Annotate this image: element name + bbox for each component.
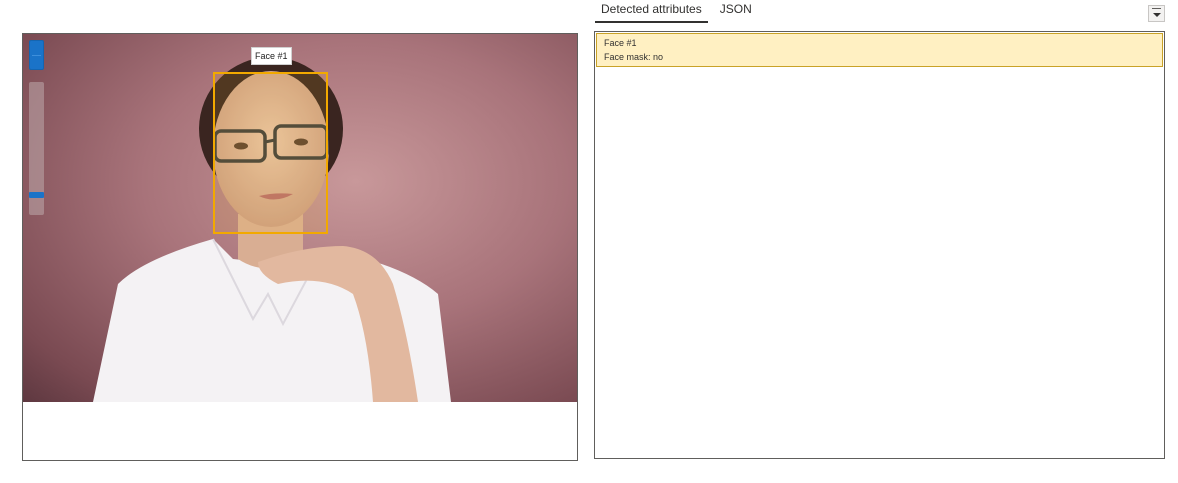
tab-detected-attributes[interactable]: Detected attributes — [595, 0, 708, 23]
result-title: Face #1 — [604, 38, 637, 48]
face-label: Face #1 — [251, 47, 292, 65]
list-item[interactable]: Face #1 Face mask: no — [596, 33, 1163, 67]
face-photo: Face #1 — [23, 34, 577, 402]
result-attribute: Face mask: no — [604, 52, 664, 62]
zoom-slider-thumb[interactable] — [29, 192, 44, 199]
face-bounding-box[interactable] — [213, 72, 328, 234]
zoom-slider[interactable] — [29, 82, 44, 215]
result-tabs: Detected attributes JSON — [595, 0, 764, 24]
tab-json[interactable]: JSON — [714, 0, 758, 24]
zoom-buttons[interactable] — [29, 40, 44, 70]
image-panel: Face #1 — [22, 33, 578, 461]
results-panel: Face #1 Face mask: no — [594, 31, 1165, 459]
chevron-down-icon[interactable] — [1148, 5, 1165, 22]
zoom-controls — [29, 40, 45, 215]
